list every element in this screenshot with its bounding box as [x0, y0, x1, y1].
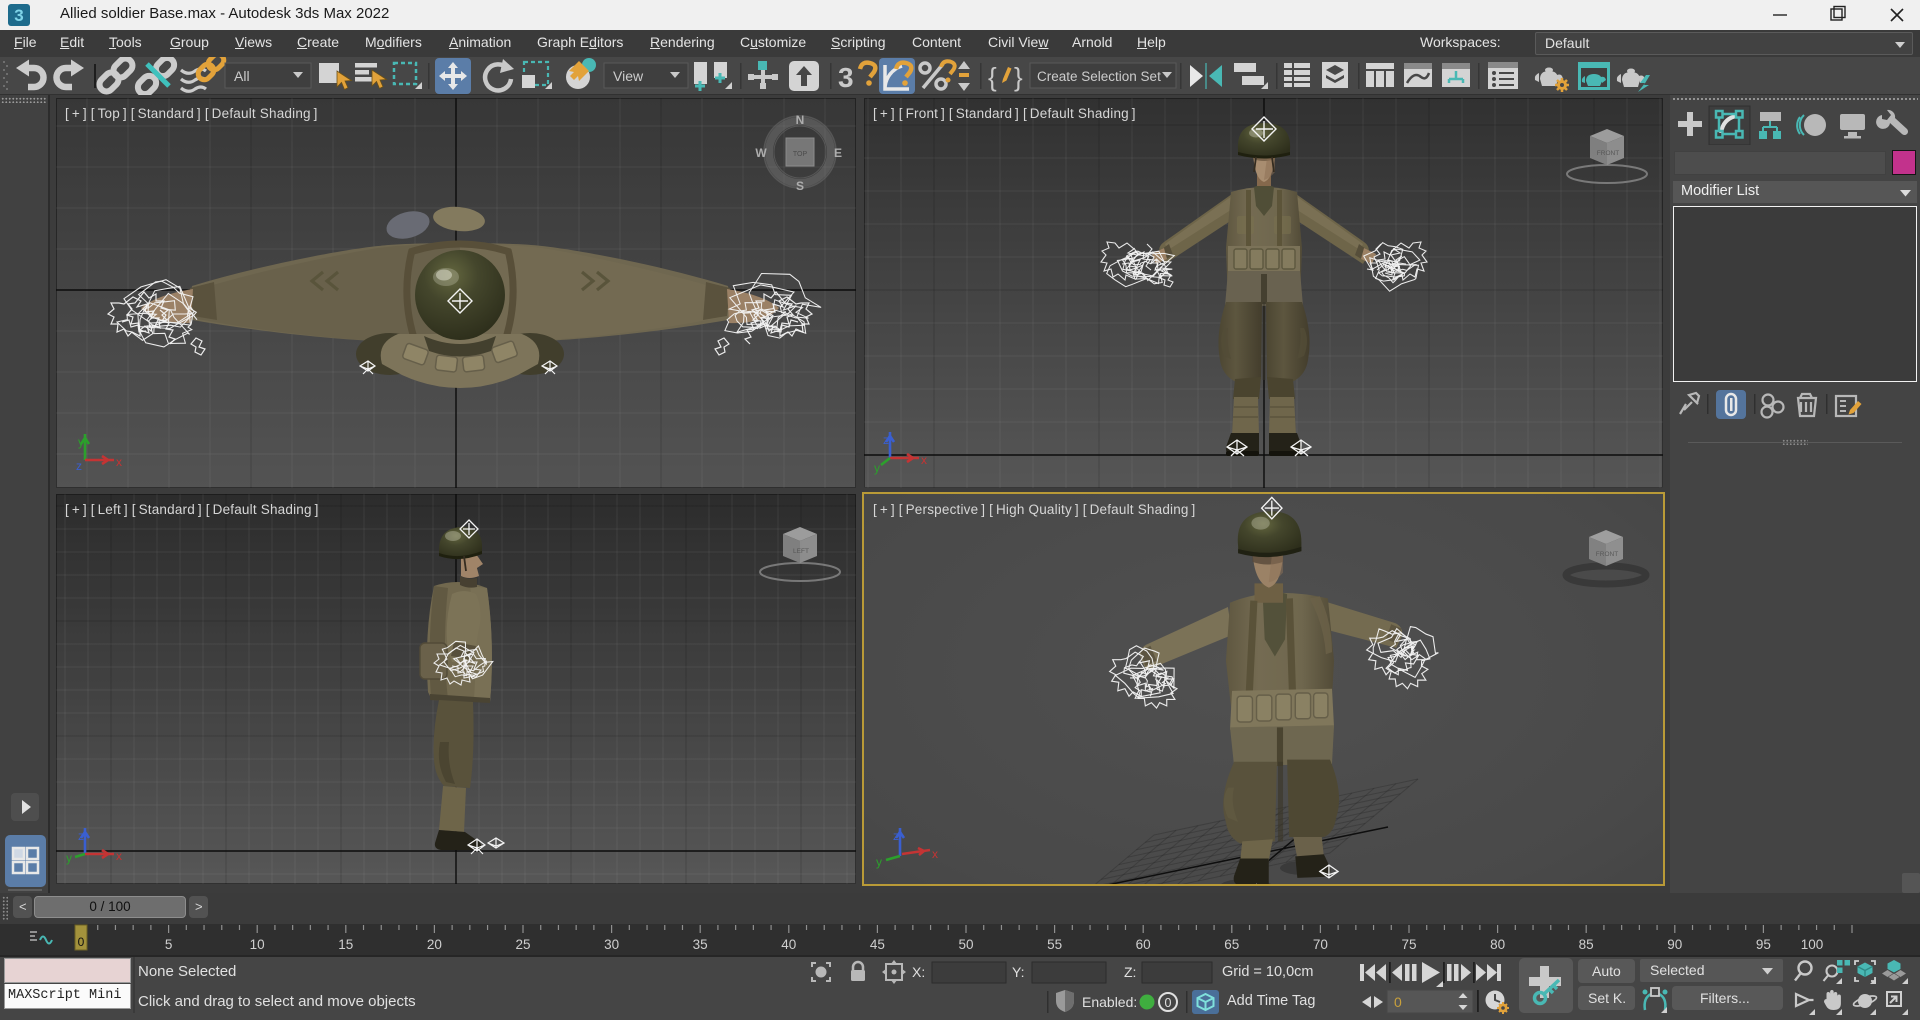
- svg-text:N: N: [796, 113, 805, 127]
- svg-text:y: y: [78, 435, 84, 449]
- svg-text:E: E: [834, 146, 842, 160]
- svg-text:y: y: [874, 461, 880, 475]
- svg-text:z: z: [78, 829, 84, 843]
- svg-text:10: 10: [250, 937, 265, 952]
- svg-text:FRONT: FRONT: [1596, 551, 1618, 558]
- svg-text:Z:: Z:: [1124, 964, 1136, 980]
- svg-text:80: 80: [1490, 937, 1505, 952]
- svg-text:35: 35: [693, 937, 708, 952]
- svg-text:LEFT: LEFT: [793, 548, 809, 555]
- svg-text:0: 0: [1165, 996, 1172, 1010]
- svg-text:45: 45: [870, 937, 885, 952]
- svg-text:20: 20: [427, 937, 442, 952]
- svg-text:All: All: [234, 68, 250, 84]
- svg-text:70: 70: [1313, 937, 1328, 952]
- svg-text:65: 65: [1224, 937, 1239, 952]
- svg-text:z: z: [883, 433, 889, 447]
- svg-text:85: 85: [1579, 937, 1594, 952]
- svg-text:z: z: [893, 829, 899, 843]
- svg-text:TOP: TOP: [793, 151, 808, 158]
- svg-text:S: S: [796, 179, 804, 193]
- svg-text:5: 5: [165, 937, 173, 952]
- svg-text:x: x: [921, 453, 927, 467]
- svg-text:0: 0: [1394, 994, 1402, 1010]
- svg-text:75: 75: [1401, 937, 1416, 952]
- svg-text:}: }: [1014, 62, 1023, 92]
- svg-text:{: {: [988, 62, 997, 92]
- svg-text:15: 15: [338, 937, 353, 952]
- svg-text:x: x: [116, 455, 122, 469]
- svg-text:30: 30: [604, 937, 619, 952]
- svg-text:3: 3: [838, 62, 854, 93]
- svg-text:95: 95: [1756, 937, 1771, 952]
- svg-text:100: 100: [1801, 937, 1824, 952]
- svg-text:View: View: [613, 68, 644, 84]
- svg-text:90: 90: [1667, 937, 1682, 952]
- svg-text:Create Selection Set: Create Selection Set: [1037, 69, 1161, 84]
- svg-text:Y:: Y:: [1012, 964, 1024, 980]
- svg-text:z: z: [76, 459, 82, 473]
- svg-text:50: 50: [958, 937, 973, 952]
- svg-text:0: 0: [78, 935, 85, 949]
- svg-text:40: 40: [781, 937, 796, 952]
- svg-text:Enabled:: Enabled:: [1082, 994, 1137, 1010]
- svg-text:y: y: [876, 855, 882, 869]
- svg-text:FRONT: FRONT: [1597, 150, 1619, 157]
- svg-text:3: 3: [14, 6, 23, 25]
- svg-text:W: W: [755, 146, 767, 160]
- svg-text:25: 25: [515, 937, 530, 952]
- svg-text:x: x: [932, 847, 938, 861]
- svg-text:y: y: [66, 851, 72, 865]
- svg-text:55: 55: [1047, 937, 1062, 952]
- svg-text:60: 60: [1136, 937, 1151, 952]
- svg-text:x: x: [116, 849, 122, 863]
- svg-text:X:: X:: [912, 964, 925, 980]
